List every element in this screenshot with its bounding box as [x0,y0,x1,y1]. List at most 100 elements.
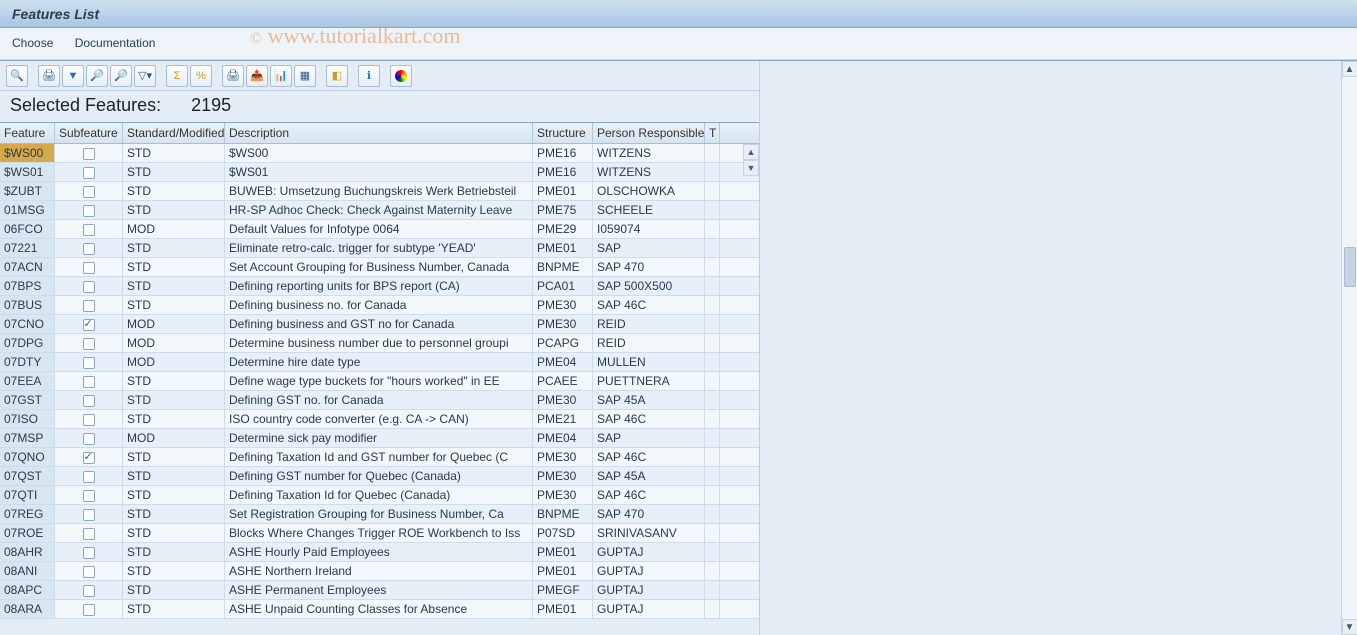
table-row[interactable]: $WS00STD$WS00PME16WITZENS [0,144,759,163]
table-row[interactable]: 07REGSTDSet Registration Grouping for Bu… [0,505,759,524]
subfeature-checkbox[interactable] [83,262,95,274]
th-feature[interactable]: Feature [0,123,55,143]
subfeature-checkbox[interactable] [83,376,95,388]
cell-subfeature[interactable] [55,505,123,523]
cell-feature[interactable]: 07DTY [0,353,55,371]
cell-subfeature[interactable] [55,467,123,485]
th-description[interactable]: Description [225,123,533,143]
table-row[interactable]: 08APCSTDASHE Permanent EmployeesPMEGFGUP… [0,581,759,600]
cell-subfeature[interactable] [55,524,123,542]
subfeature-checkbox[interactable] [83,205,95,217]
cell-feature[interactable]: $WS01 [0,163,55,181]
cell-feature[interactable]: 07QTI [0,486,55,504]
cell-subfeature[interactable] [55,391,123,409]
scroll-thumb[interactable] [1344,247,1356,287]
subfeature-checkbox[interactable] [83,585,95,597]
cell-feature[interactable]: 08ARA [0,600,55,618]
subfeature-checkbox[interactable] [83,167,95,179]
table-row[interactable]: 07BPSSTDDefining reporting units for BPS… [0,277,759,296]
scroll-down-icon[interactable]: ▼ [1342,619,1357,635]
subfeature-checkbox[interactable] [83,509,95,521]
th-stdmod[interactable]: Standard/Modified [123,123,225,143]
find-icon[interactable]: 🔎 [86,65,108,87]
cell-subfeature[interactable] [55,562,123,580]
th-t[interactable]: T [705,123,720,143]
menu-documentation[interactable]: Documentation [75,36,156,50]
layout-icon[interactable]: ▦ [294,65,316,87]
info-icon[interactable]: ℹ [358,65,380,87]
cell-feature[interactable]: 08ANI [0,562,55,580]
subfeature-checkbox[interactable] [83,395,95,407]
table-row[interactable]: 01MSGSTDHR-SP Adhoc Check: Check Against… [0,201,759,220]
cell-feature[interactable]: $WS00 [0,144,55,162]
cell-feature[interactable]: 08AHR [0,543,55,561]
subfeature-checkbox[interactable] [83,319,95,331]
subfeature-checkbox[interactable] [83,281,95,293]
cell-feature[interactable]: 07QST [0,467,55,485]
subfeature-checkbox[interactable] [83,148,95,160]
menu-choose[interactable]: Choose [12,36,53,50]
subfeature-checkbox[interactable] [83,357,95,369]
subfeature-checkbox[interactable] [83,566,95,578]
cell-subfeature[interactable] [55,163,123,181]
th-subfeature[interactable]: Subfeature [55,123,123,143]
subfeature-checkbox[interactable] [83,300,95,312]
cell-subfeature[interactable] [55,353,123,371]
find-next-icon[interactable]: 🔎 [110,65,132,87]
scroll-up-icon[interactable]: ▲ [1342,61,1357,77]
excel-icon[interactable]: 📊 [270,65,292,87]
table-row[interactable]: 07EEASTDDefine wage type buckets for "ho… [0,372,759,391]
subfeature-checkbox[interactable] [83,452,95,464]
cell-feature[interactable]: 01MSG [0,201,55,219]
table-row[interactable]: $WS01STD$WS01PME16WITZENS [0,163,759,182]
table-row[interactable]: 07ISOSTDISO country code converter (e.g.… [0,410,759,429]
print-icon[interactable]: 🖨 [38,65,60,87]
table-row[interactable]: 08ANISTDASHE Northern IrelandPME01GUPTAJ [0,562,759,581]
subfeature-checkbox[interactable] [83,414,95,426]
subfeature-checkbox[interactable] [83,224,95,236]
cell-feature[interactable]: 07DPG [0,334,55,352]
subfeature-checkbox[interactable] [83,338,95,350]
cell-subfeature[interactable] [55,201,123,219]
cell-subfeature[interactable] [55,258,123,276]
table-row[interactable]: 07BUSSTDDefining business no. for Canada… [0,296,759,315]
cell-subfeature[interactable] [55,372,123,390]
cell-feature[interactable]: 08APC [0,581,55,599]
print2-icon[interactable]: 🖨 [222,65,244,87]
cell-subfeature[interactable] [55,543,123,561]
subfeature-checkbox[interactable] [83,243,95,255]
cell-feature[interactable]: 07ROE [0,524,55,542]
cell-subfeature[interactable] [55,239,123,257]
subfeature-checkbox[interactable] [83,186,95,198]
cell-subfeature[interactable] [55,334,123,352]
cell-subfeature[interactable] [55,315,123,333]
cell-feature[interactable]: 07BPS [0,277,55,295]
selectall-icon[interactable]: ◧ [326,65,348,87]
cell-feature[interactable]: 07221 [0,239,55,257]
table-row[interactable]: 07QNOSTDDefining Taxation Id and GST num… [0,448,759,467]
table-row[interactable]: 07DTYMODDetermine hire date typePME04MUL… [0,353,759,372]
cell-feature[interactable]: 07EEA [0,372,55,390]
scroll-down-icon[interactable]: ▼ [743,160,759,176]
table-row[interactable]: 07ACNSTDSet Account Grouping for Busines… [0,258,759,277]
scroll-up-icon[interactable]: ▲ [743,144,759,160]
cell-subfeature[interactable] [55,220,123,238]
subtotal-icon[interactable]: % [190,65,212,87]
table-scrollbar[interactable]: ▲ ▼ [743,144,759,176]
cell-feature[interactable]: 07ISO [0,410,55,428]
table-row[interactable]: 07GSTSTDDefining GST no. for CanadaPME30… [0,391,759,410]
table-row[interactable]: 07ROESTDBlocks Where Changes Trigger ROE… [0,524,759,543]
cell-subfeature[interactable] [55,581,123,599]
cell-feature[interactable]: 07MSP [0,429,55,447]
cell-feature[interactable]: 07CNO [0,315,55,333]
filter-icon[interactable]: ▼ [62,65,84,87]
cell-feature[interactable]: $ZUBT [0,182,55,200]
table-row[interactable]: 06FCOMODDefault Values for Infotype 0064… [0,220,759,239]
table-row[interactable]: $ZUBTSTDBUWEB: Umsetzung Buchungskreis W… [0,182,759,201]
subfeature-checkbox[interactable] [83,433,95,445]
cell-feature[interactable]: 07ACN [0,258,55,276]
cell-subfeature[interactable] [55,448,123,466]
th-structure[interactable]: Structure [533,123,593,143]
cell-subfeature[interactable] [55,296,123,314]
sum-icon[interactable]: Σ [166,65,188,87]
